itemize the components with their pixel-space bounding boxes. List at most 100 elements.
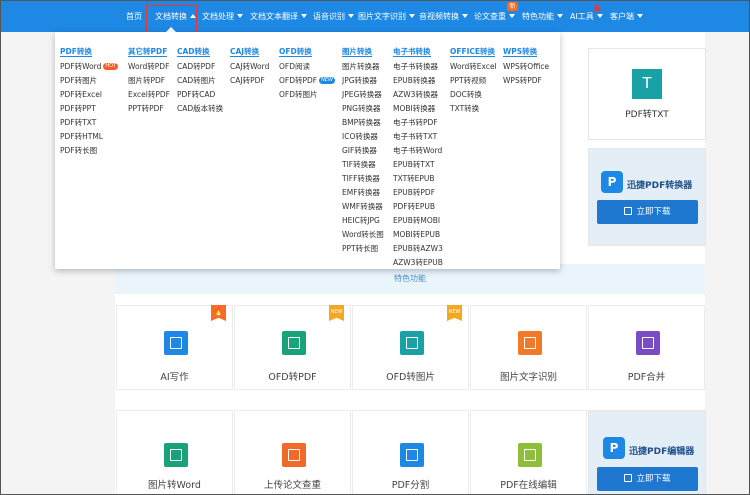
chevron-down-icon [301, 14, 307, 18]
menu-item[interactable]: TIF转换器 [342, 158, 384, 172]
menu-item[interactable]: PDF转PPT [60, 102, 118, 116]
tool-card-pdf-to-txt[interactable]: T PDF转TXT [588, 48, 706, 140]
menu-item[interactable]: WPS转Office [503, 60, 549, 74]
chevron-down-icon [637, 14, 643, 18]
text-t-icon: T [632, 69, 662, 99]
menu-item[interactable]: PNG转换器 [342, 102, 384, 116]
tool-card-ofd-to-image[interactable]: NEW OFD转图片 [352, 305, 469, 390]
tool-card-image-to-word[interactable]: 图片转Word [116, 410, 233, 495]
menu-item[interactable]: 图片转换器 [342, 60, 384, 74]
menu-item[interactable]: Word转长图 [342, 228, 384, 242]
nav-translate[interactable]: 文档文本翻译 [250, 0, 307, 32]
chevron-down-icon [596, 14, 603, 18]
menu-item[interactable]: ICO转换器 [342, 130, 384, 144]
pen-icon [164, 331, 188, 355]
menu-item[interactable]: PPT转视频 [450, 74, 497, 88]
menu-item[interactable]: CAD转PDF [177, 60, 223, 74]
menu-item[interactable]: 电子书转换器 [393, 60, 443, 74]
menu-item[interactable]: AZW3转EPUB [393, 256, 443, 270]
menu-column-header: PDF转换 [60, 47, 92, 57]
menu-column-header: 其它转PDF [128, 47, 168, 57]
menu-item[interactable]: OFD转图片 [279, 88, 335, 102]
menu-item[interactable]: MOBI转EPUB [393, 228, 443, 242]
nav-home[interactable]: 首页 [126, 0, 142, 32]
download-button[interactable]: 立即下载 [597, 467, 698, 491]
tool-card-label: 图片转Word [148, 480, 201, 491]
edit-icon [518, 443, 542, 467]
menu-item[interactable]: Word转Excel [450, 60, 497, 74]
tool-card-label: PDF合并 [627, 372, 666, 383]
menu-item[interactable]: 电子书转Word [393, 144, 443, 158]
hot-badge: HOT [103, 63, 119, 70]
ai-highlight-arrow-icon [593, 3, 601, 11]
menu-item[interactable]: EPUB转AZW3 [393, 242, 443, 256]
menu-item[interactable]: WPS转PDF [503, 74, 549, 88]
menu-item[interactable]: PDF转CAD [177, 88, 223, 102]
tool-card-pdf-merge[interactable]: PDF合并 [588, 305, 705, 390]
menu-item[interactable]: Word转PDF [128, 60, 170, 74]
menu-column-header: 图片转换 [342, 47, 372, 57]
promo-pdf-converter: P 迅捷PDF转换器 立即下载 [588, 148, 706, 246]
menu-item[interactable]: PDF转图片 [60, 74, 118, 88]
menu-item[interactable]: OFD转PDF NEW [279, 74, 335, 88]
menu-item[interactable]: EPUB转换器 [393, 74, 443, 88]
menu-item[interactable]: CAD版本转换 [177, 102, 223, 116]
menu-item[interactable]: 电子书转TXT [393, 130, 443, 144]
menu-item[interactable]: GIF转换器 [342, 144, 384, 158]
menu-item[interactable]: 电子书转PDF [393, 116, 443, 130]
menu-item[interactable]: MOBI转换器 [393, 102, 443, 116]
tool-card-ai-writing[interactable]: 🔥 AI写作 [116, 305, 233, 390]
download-label: 立即下载 [636, 207, 671, 217]
tool-card-pdf-split[interactable]: PDF分割 [352, 410, 469, 495]
promo-title: 迅捷PDF转换器 [627, 181, 693, 191]
menu-item[interactable]: HEIC转JPG [342, 214, 384, 228]
menu-item[interactable]: OFD阅读 [279, 60, 335, 74]
menu-item[interactable]: EPUB转TXT [393, 158, 443, 172]
nav-features[interactable]: 特色功能 [522, 0, 563, 32]
menu-item[interactable]: Excel转PDF [128, 88, 170, 102]
menu-item[interactable]: CAJ转Word [230, 60, 269, 74]
tool-card-label: PDF分割 [391, 480, 430, 491]
menu-item[interactable]: BMP转换器 [342, 116, 384, 130]
tool-card-paper-check[interactable]: 上传论文查重 [234, 410, 351, 495]
tool-card-image-ocr[interactable]: 图片文字识别 [470, 305, 587, 390]
tool-card-label: 上传论文查重 [263, 480, 321, 491]
nav-speech[interactable]: 语音识别 [313, 0, 354, 32]
menu-item[interactable]: PDF转Word HOT [60, 60, 119, 74]
tool-card-pdf-edit[interactable]: PDF在线编辑 [470, 410, 587, 495]
menu-item[interactable]: AZW3转换器 [393, 88, 443, 102]
menu-item[interactable]: PDF转TXT [60, 116, 118, 130]
menu-item[interactable]: CAD转图片 [177, 74, 223, 88]
new-tag: NEW [447, 305, 462, 321]
menu-item[interactable]: CAJ转PDF [230, 74, 269, 88]
menu-item[interactable]: EPUB转PDF [393, 186, 443, 200]
nav-label: 特色功能 [522, 12, 554, 21]
menu-item[interactable]: JPEG转换器 [342, 88, 384, 102]
menu-item[interactable]: EMF转换器 [342, 186, 384, 200]
menu-item[interactable]: EPUB转MOBI [393, 214, 443, 228]
menu-item[interactable]: DOC转换 [450, 88, 497, 102]
menu-item[interactable]: PPT转PDF [128, 102, 170, 116]
menu-item[interactable]: JPG转换器 [342, 74, 384, 88]
menu-item[interactable]: PDF转HTML [60, 130, 118, 144]
menu-column-header: WPS转换 [503, 47, 538, 57]
menu-column-office: OFFICE转换 Word转Excel PPT转视频 DOC转换 TXT转换 [450, 39, 497, 116]
chevron-down-icon [237, 14, 243, 18]
menu-item[interactable]: PDF转Excel [60, 88, 118, 102]
nav-client[interactable]: 客户端 [610, 0, 643, 32]
menu-item[interactable]: 图片转PDF [128, 74, 170, 88]
menu-item[interactable]: WMF转换器 [342, 200, 384, 214]
nav-label: 客户端 [610, 12, 634, 21]
nav-av-convert[interactable]: 音视频转换 [419, 0, 468, 32]
menu-item[interactable]: TXT转换 [450, 102, 497, 116]
menu-item[interactable]: TIFF转换器 [342, 172, 384, 186]
menu-item[interactable]: PDF转EPUB [393, 200, 443, 214]
menu-item[interactable]: TXT转EPUB [393, 172, 443, 186]
tool-card-ofd-to-pdf[interactable]: NEW OFD转PDF [234, 305, 351, 390]
nav-ocr[interactable]: 图片文字识别 [358, 0, 415, 32]
download-button[interactable]: 立即下载 [597, 200, 698, 224]
menu-item[interactable]: PDF转长图 [60, 144, 118, 158]
menu-item[interactable]: PPT转长图 [342, 242, 384, 256]
merge-icon [636, 331, 660, 355]
nav-doc-process[interactable]: 文档处理 [202, 0, 243, 32]
